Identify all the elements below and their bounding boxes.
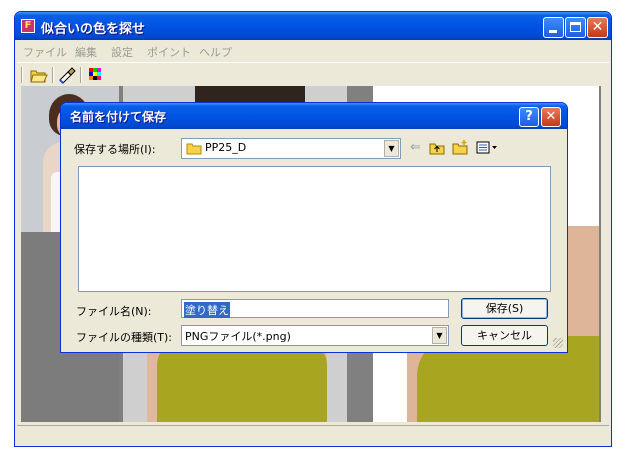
dialog-title: 名前を付けて保存 [70,110,167,124]
toolbar-grip [21,67,23,83]
dialog-body: 保存する場所(I): PP25_D ▼ ⇐ ファイル名(N): 塗り替え 保存(… [64,129,564,349]
panel-border [601,86,607,422]
filetype-label: ファイルの種類(T): [76,331,173,344]
save-button[interactable]: 保存(S) [461,298,548,319]
dialog-titlebar[interactable]: 名前を付けて保存 ? ✕ [61,103,567,129]
maximize-button[interactable] [565,17,586,38]
filename-label: ファイル名(N): [76,305,152,318]
maximize-icon [570,22,581,32]
question-icon: ? [525,109,533,124]
back-arrow-icon[interactable]: ⇐ [410,140,424,156]
menu-file[interactable]: ファイル [23,44,67,60]
window-title: 似合いの色を探せ [41,22,146,37]
filetype-value: PNGファイル(*.png) [185,330,291,343]
minimize-icon [549,30,557,33]
menu-edit[interactable]: 編集 [75,44,97,60]
toolbar-separator [80,67,82,83]
filename-value: 塗り替え [184,302,230,318]
status-bar [17,425,609,444]
brush-icon[interactable] [57,66,77,84]
help-button[interactable]: ? [519,107,539,127]
dialog-close-button[interactable]: ✕ [541,107,561,127]
new-folder-icon[interactable] [452,139,469,155]
app-icon: F [21,19,35,33]
file-list[interactable] [78,166,551,292]
toolbar [17,62,609,85]
close-icon: ✕ [591,19,604,35]
close-icon: ✕ [545,109,557,124]
filename-input[interactable]: 塗り替え [181,299,449,318]
cancel-button[interactable]: キャンセル [461,325,548,346]
save-as-dialog: 名前を付けて保存 ? ✕ 保存する場所(I): PP25_D ▼ ⇐ ファイル名… [60,102,568,353]
resize-grip[interactable] [553,338,563,348]
save-in-label: 保存する場所(I): [74,143,156,156]
chevron-down-icon[interactable]: ▼ [384,140,399,157]
minimize-button[interactable] [543,17,564,38]
view-menu-icon[interactable] [476,141,498,154]
color-palette-icon[interactable] [86,66,106,84]
chevron-down-icon[interactable]: ▼ [432,327,447,344]
main-titlebar[interactable]: F 似合いの色を探せ ✕ [15,12,611,40]
menu-settings[interactable]: 設定 [111,44,133,60]
menu-help[interactable]: ヘルプ [199,44,232,60]
open-folder-icon[interactable] [29,66,49,84]
toolbar-separator [52,67,54,83]
folder-icon [186,143,202,155]
save-in-dropdown[interactable]: PP25_D ▼ [181,138,401,159]
save-in-value: PP25_D [205,141,247,154]
menu-point[interactable]: ポイント [147,44,191,60]
close-button[interactable]: ✕ [587,17,608,38]
up-folder-icon[interactable] [429,141,445,155]
filetype-dropdown[interactable]: PNGファイル(*.png) ▼ [181,325,449,346]
menubar: ファイル 編集 設定 ポイント ヘルプ [17,41,609,60]
